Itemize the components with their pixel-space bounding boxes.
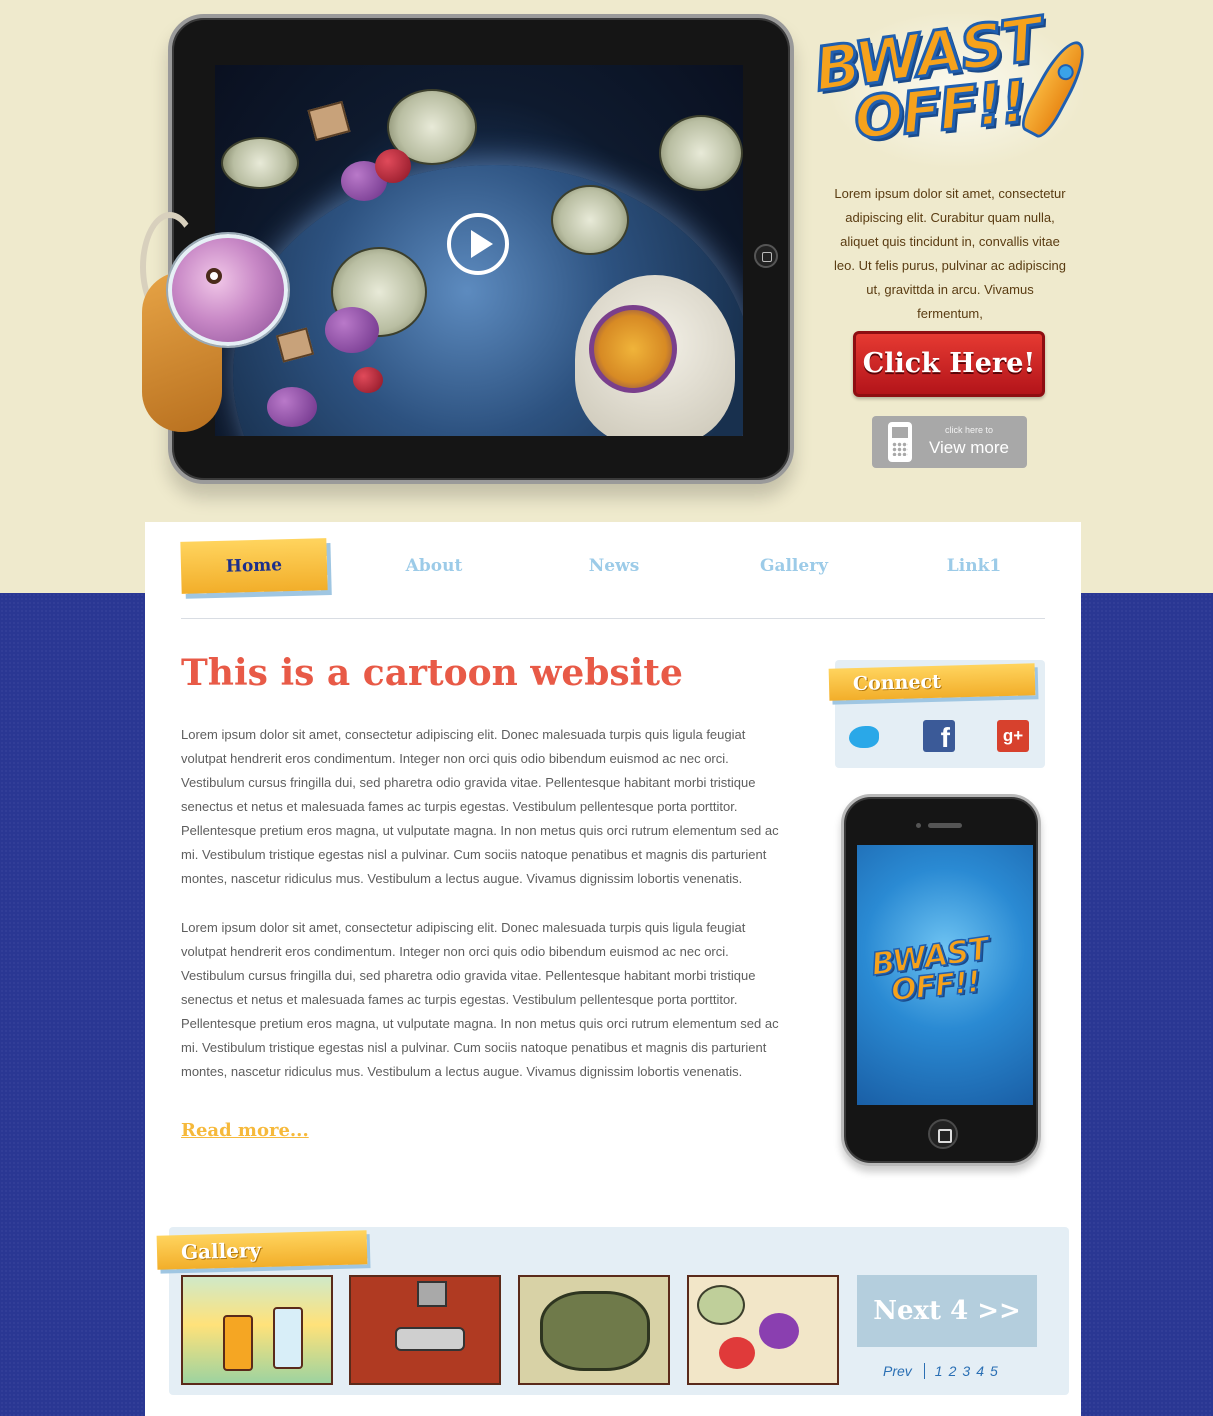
- bwast-off-logo: BWAST OFF!!: [806, 3, 1096, 170]
- page-link-3[interactable]: 3: [962, 1363, 970, 1379]
- kiwi-slice: [221, 137, 299, 189]
- nav-item-link1[interactable]: Link1: [901, 540, 1047, 592]
- pager-divider: [923, 1363, 925, 1379]
- astronaut-monster: [575, 275, 735, 436]
- connect-box: Connect f g+: [828, 660, 1045, 768]
- pickle-illustration: [540, 1291, 650, 1371]
- tablet-home-button: [754, 244, 778, 268]
- phone-speaker: [928, 823, 962, 828]
- berry: [325, 307, 379, 353]
- dog-character: [132, 212, 292, 442]
- dog-helmet: [168, 234, 288, 346]
- gallery-thumb-fruit[interactable]: [687, 1275, 839, 1385]
- gallery-heading: Gallery: [156, 1230, 368, 1270]
- nav-item-home[interactable]: Home: [180, 538, 328, 594]
- kiwi-slice: [551, 185, 629, 255]
- twitter-icon[interactable]: [847, 720, 879, 752]
- gallery-section: Gallery Next 4 >> Prev 1 2 3 4 5: [156, 1227, 1069, 1395]
- page-link-1[interactable]: 1: [935, 1363, 943, 1379]
- main-panel: Home About News Gallery Link1 This is a …: [145, 522, 1081, 1416]
- gallery-thumb-pickles[interactable]: [518, 1275, 670, 1385]
- view-more-label: View more: [929, 438, 1009, 457]
- fruit-illustration: [719, 1337, 755, 1369]
- connect-heading: Connect: [828, 663, 1036, 701]
- next-4-button[interactable]: Next 4 >>: [857, 1275, 1037, 1347]
- nav-item-gallery[interactable]: Gallery: [721, 540, 867, 592]
- page-link-5[interactable]: 5: [990, 1363, 998, 1379]
- pan-illustration: [395, 1327, 465, 1351]
- gallery-thumb-drinks[interactable]: [181, 1275, 333, 1385]
- pot-illustration: [417, 1281, 447, 1307]
- read-more-link[interactable]: Read more...: [181, 1120, 309, 1141]
- smartphone-mockup: BWAST OFF!!: [841, 794, 1041, 1166]
- google-plus-icon[interactable]: g+: [997, 720, 1029, 752]
- nav-divider: [181, 618, 1045, 619]
- monster-face: [589, 305, 677, 393]
- video-screen[interactable]: [215, 65, 743, 436]
- cup-illustration: [223, 1315, 253, 1371]
- gallery-thumb-cooking[interactable]: [349, 1275, 501, 1385]
- cherry: [353, 367, 383, 393]
- kiwi-slice: [659, 115, 743, 191]
- gallery-pager: Prev 1 2 3 4 5: [883, 1363, 1004, 1385]
- food-cube: [307, 100, 351, 142]
- page-link-2[interactable]: 2: [949, 1363, 957, 1379]
- view-more-caption: click here to: [944, 425, 994, 435]
- cherry: [375, 149, 411, 183]
- phone-camera: [916, 823, 921, 828]
- cup-illustration: [273, 1307, 303, 1369]
- page-title: This is a cartoon website: [181, 652, 683, 694]
- play-icon[interactable]: [447, 213, 509, 275]
- nav-item-news[interactable]: News: [541, 540, 687, 592]
- facebook-icon[interactable]: f: [923, 720, 955, 752]
- kiwi-illustration: [697, 1285, 745, 1325]
- page-link-4[interactable]: 4: [976, 1363, 984, 1379]
- view-more-button[interactable]: click here to View more: [872, 416, 1027, 468]
- twitter-bird: [849, 726, 879, 748]
- prev-link[interactable]: Prev: [883, 1363, 912, 1379]
- berry-illustration: [759, 1313, 799, 1349]
- phone-screen: BWAST OFF!!: [857, 845, 1033, 1105]
- nav-item-about[interactable]: About: [361, 540, 507, 592]
- hero-description: Lorem ipsum dolor sit amet, consectetur …: [834, 186, 1066, 321]
- body-paragraph: Lorem ipsum dolor sit amet, consectetur …: [181, 920, 779, 1079]
- body-paragraph: Lorem ipsum dolor sit amet, consectetur …: [181, 727, 779, 886]
- click-here-button[interactable]: Click Here!: [853, 331, 1045, 397]
- mobile-phone-icon: [888, 422, 912, 462]
- phone-home-button: [928, 1119, 958, 1149]
- main-nav: Home About News Gallery Link1: [180, 538, 1047, 600]
- dog-eye: [206, 268, 222, 284]
